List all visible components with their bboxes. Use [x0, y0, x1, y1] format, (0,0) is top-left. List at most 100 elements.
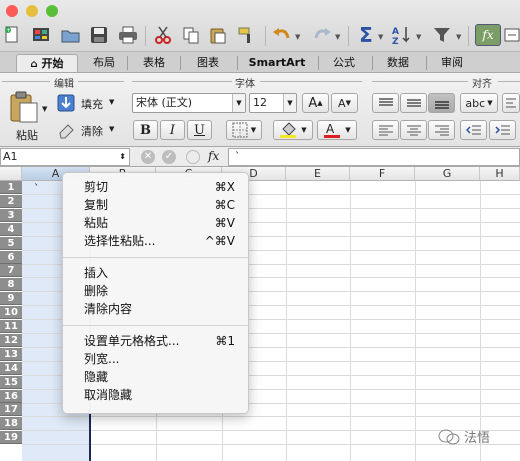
tab-home[interactable]: ⌂ 开始	[16, 54, 78, 72]
tab-layout[interactable]: 布局	[84, 54, 124, 72]
minimize-window-button[interactable]	[26, 5, 38, 17]
row-header-13[interactable]: 13	[0, 348, 22, 361]
name-box-value: A1	[3, 150, 18, 163]
menu-item-label: 清除内容	[84, 302, 133, 316]
menu-item-delete[interactable]: 删除	[63, 282, 248, 300]
sort-icon[interactable]: AZ	[392, 24, 414, 46]
menu-item-unhide[interactable]: 取消隐藏	[63, 386, 248, 404]
column-header-f[interactable]: F	[350, 167, 415, 181]
row-header-7[interactable]: 7	[0, 264, 22, 277]
name-box-stepper-icon[interactable]: ⬍	[119, 149, 126, 165]
paste-button[interactable]: ▼ 粘贴	[6, 91, 50, 143]
formula-builder-secondary-icon[interactable]	[503, 24, 520, 46]
column-header-h[interactable]: H	[480, 167, 520, 181]
row-header-19[interactable]: 19	[0, 431, 22, 444]
undo-icon[interactable]	[271, 24, 293, 46]
row-header-17[interactable]: 17	[0, 403, 22, 416]
row-header-16[interactable]: 16	[0, 390, 22, 403]
wrap-text-extra-button[interactable]	[502, 93, 520, 113]
close-window-button[interactable]	[6, 5, 18, 17]
decrease-font-size-button[interactable]: A ▼	[331, 93, 358, 113]
name-box[interactable]: A1 ⬍	[0, 148, 130, 166]
increase-font-size-button[interactable]: A ▲	[302, 93, 329, 113]
row-header-15[interactable]: 15	[0, 376, 22, 389]
tab-data[interactable]: 数据	[378, 54, 418, 72]
menu-item-hide[interactable]: 隐藏	[63, 368, 248, 386]
row-header-14[interactable]: 14	[0, 362, 22, 375]
menu-item-cut[interactable]: 剪切 ⌘X	[63, 178, 248, 196]
formula-builder-icon[interactable]: fx	[475, 24, 501, 46]
tab-charts[interactable]: 图表	[188, 54, 228, 72]
svg-text:A: A	[326, 122, 335, 136]
align-bottom-button[interactable]	[428, 93, 455, 113]
row-header-4[interactable]: 4	[0, 223, 22, 236]
paste-caret-icon: ▼	[42, 105, 48, 113]
row-header-6[interactable]: 6	[0, 251, 22, 264]
decrease-indent-button[interactable]	[460, 120, 487, 140]
font-color-button[interactable]: A ▼	[317, 120, 357, 140]
bold-button[interactable]: B	[133, 120, 158, 140]
column-header-e[interactable]: E	[286, 167, 350, 181]
insert-function-button[interactable]: fx	[208, 149, 219, 163]
row-header-3[interactable]: 3	[0, 209, 22, 222]
row-header-9[interactable]: 9	[0, 292, 22, 305]
confirm-entry-icon[interactable]: ✓	[162, 150, 176, 164]
fill-button[interactable]: 填充 ▼	[57, 93, 119, 113]
row-header-2[interactable]: 2	[0, 195, 22, 208]
menu-item-copy[interactable]: 复制 ⌘C	[63, 196, 248, 214]
wrap-text-button[interactable]: abc ▼	[460, 93, 498, 113]
tab-review[interactable]: 审阅	[432, 54, 472, 72]
column-gridline	[480, 181, 481, 461]
format-painter-icon[interactable]	[236, 24, 258, 46]
save-icon[interactable]	[88, 24, 110, 46]
align-right-button[interactable]	[428, 120, 455, 140]
tab-home-label: 开始	[41, 57, 64, 70]
print-icon[interactable]	[117, 24, 139, 46]
align-middle-button[interactable]	[400, 93, 427, 113]
menu-item-insert[interactable]: 插入	[63, 264, 248, 282]
menu-item-column-width[interactable]: 列宽...	[63, 350, 248, 368]
align-center-button[interactable]	[400, 120, 427, 140]
fill-color-button[interactable]: ▼	[273, 120, 313, 140]
increase-indent-button[interactable]	[489, 120, 516, 140]
menu-item-paste[interactable]: 粘贴 ⌘V	[63, 214, 248, 232]
align-top-button[interactable]	[372, 93, 399, 113]
menu-item-paste-special[interactable]: 选择性粘贴... ^⌘V	[63, 232, 248, 250]
column-header-g[interactable]: G	[415, 167, 480, 181]
align-left-button[interactable]	[372, 120, 399, 140]
row-header-10[interactable]: 10	[0, 306, 22, 319]
copy-icon[interactable]	[180, 24, 202, 46]
row-header-12[interactable]: 12	[0, 334, 22, 347]
row-header-8[interactable]: 8	[0, 278, 22, 291]
autosum-icon[interactable]: Σ	[355, 23, 377, 47]
row-header-11[interactable]: 11	[0, 320, 22, 333]
italic-button[interactable]: I	[160, 120, 185, 140]
row-header-18[interactable]: 18	[0, 417, 22, 430]
row-header-5[interactable]: 5	[0, 237, 22, 250]
tab-smartart[interactable]: SmartArt	[242, 54, 312, 72]
menu-item-clear-contents[interactable]: 清除内容	[63, 300, 248, 318]
cell-a1[interactable]: `	[34, 182, 40, 195]
menu-item-shortcut: ⌘C	[214, 198, 235, 212]
row-header-1[interactable]: 1	[0, 181, 22, 194]
open-icon[interactable]	[60, 24, 82, 46]
new-document-icon[interactable]: +	[1, 24, 23, 46]
clear-label: 清除	[81, 125, 103, 138]
tab-tables[interactable]: 表格	[134, 54, 174, 72]
formula-input[interactable]: `	[228, 148, 520, 166]
cut-icon[interactable]	[152, 24, 174, 46]
underline-button[interactable]: U	[187, 120, 212, 140]
tab-formulas[interactable]: 公式	[324, 54, 364, 72]
paste-icon[interactable]	[207, 24, 229, 46]
templates-icon[interactable]	[30, 24, 52, 46]
select-all-corner[interactable]	[0, 167, 22, 181]
borders-button[interactable]: ▼	[226, 120, 262, 140]
clear-button[interactable]: 清除 ▼	[57, 120, 119, 140]
font-name-select[interactable]: 宋体 (正文) ▼	[132, 93, 246, 113]
redo-icon[interactable]	[311, 24, 333, 46]
menu-item-format-cells[interactable]: 设置单元格格式... ⌘1	[63, 332, 248, 350]
font-size-select[interactable]: 12 ▼	[249, 93, 297, 113]
filter-icon[interactable]	[432, 24, 454, 46]
cancel-entry-icon[interactable]: ✕	[141, 150, 155, 164]
zoom-window-button[interactable]	[46, 5, 58, 17]
